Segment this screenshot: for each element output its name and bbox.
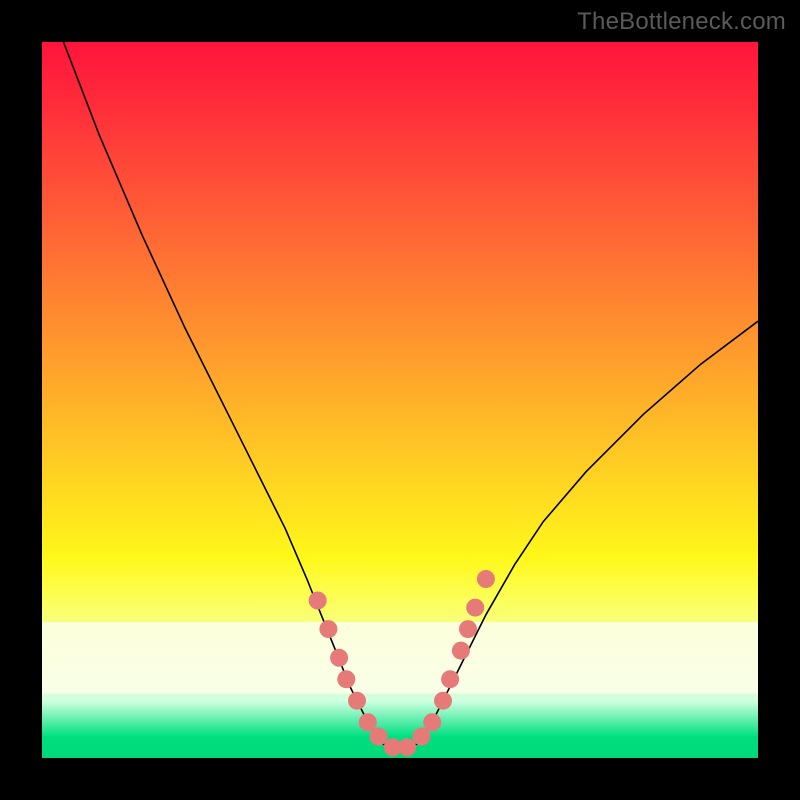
watermark-text: TheBottleneck.com bbox=[577, 8, 786, 36]
sample-point bbox=[348, 692, 366, 710]
sample-point bbox=[452, 642, 470, 660]
annotation-band bbox=[42, 622, 758, 694]
sample-point bbox=[413, 728, 431, 746]
sample-point bbox=[441, 670, 459, 688]
sample-point bbox=[337, 670, 355, 688]
sample-point bbox=[477, 570, 495, 588]
sample-point bbox=[459, 620, 477, 638]
sample-point bbox=[398, 738, 416, 756]
sample-point bbox=[466, 599, 484, 617]
sample-point bbox=[330, 649, 348, 667]
chart-svg bbox=[42, 42, 758, 758]
sample-point bbox=[359, 713, 377, 731]
sample-point bbox=[319, 620, 337, 638]
sample-point bbox=[370, 728, 388, 746]
sample-point bbox=[309, 592, 327, 610]
chart-plot-area bbox=[42, 42, 758, 758]
sample-point bbox=[423, 713, 441, 731]
sample-point bbox=[434, 692, 452, 710]
